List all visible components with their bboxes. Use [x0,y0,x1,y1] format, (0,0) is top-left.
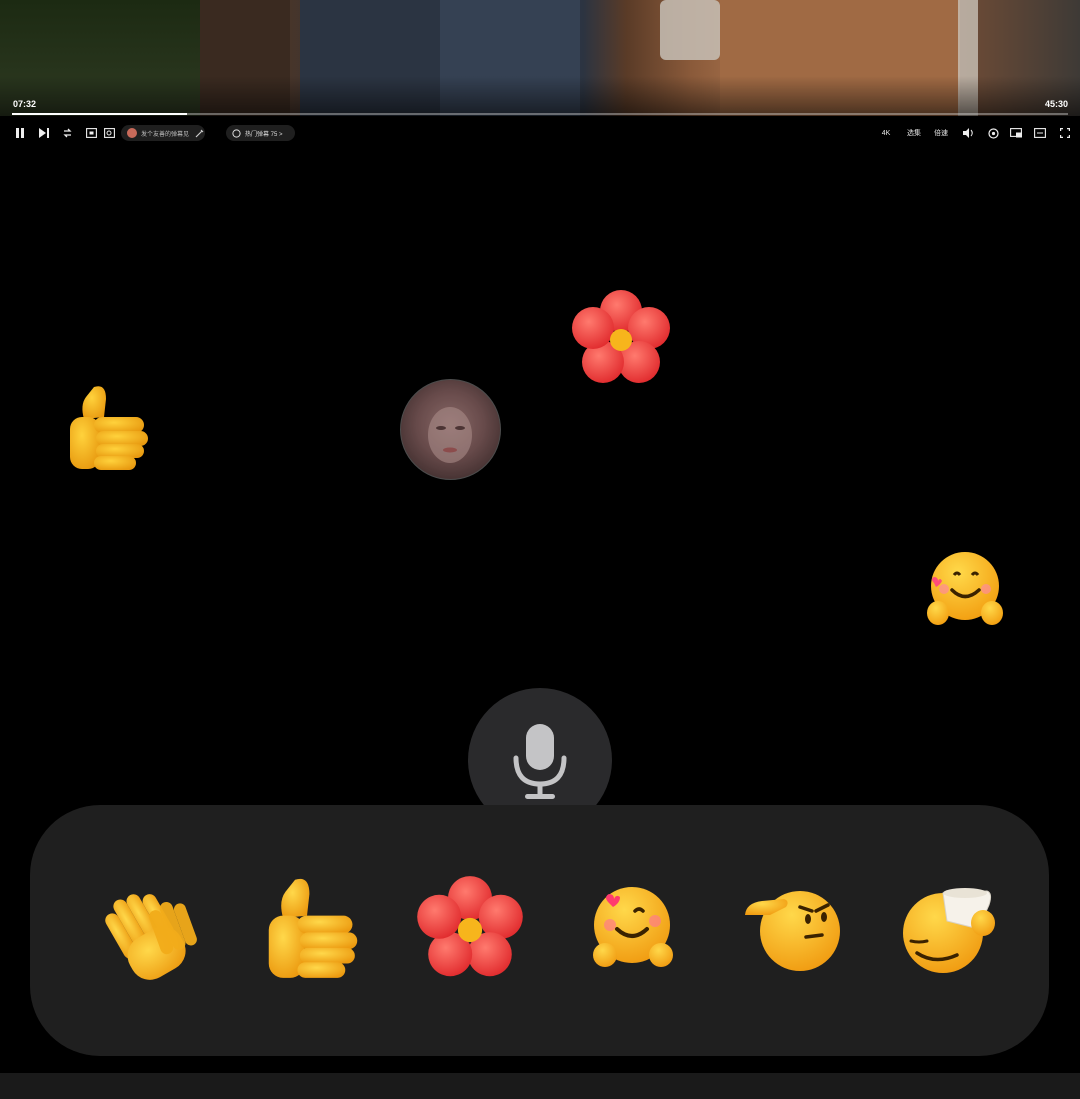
widescreen-icon[interactable] [1033,124,1047,142]
user-avatar [127,128,137,138]
comment-icon [232,128,241,138]
progress-fill [12,113,188,115]
loop-icon[interactable] [60,124,74,142]
settings-icon[interactable] [986,124,1000,142]
search-icon[interactable] [102,124,116,142]
pause-icon[interactable] [13,124,27,142]
next-icon[interactable] [37,124,51,142]
blushing-hug-icon[interactable] [577,875,687,985]
player-controls: 发个友善的弹幕见证当下 热门弹幕 75 > 4K 选集 倍速 [0,118,1080,148]
danmaku-placeholder: 发个友善的弹幕见证当下 [141,131,189,138]
viewer-avatar[interactable] [400,379,501,480]
current-time: 07:32 [13,99,37,109]
video-gradient [0,76,1080,116]
video-frame[interactable]: 07:32 45:30 [0,0,1080,116]
picture-in-picture-icon[interactable] [1009,124,1023,142]
flower-icon[interactable] [415,875,525,985]
bottom-bar [0,1073,1080,1099]
hot-comments-button[interactable]: 热门弹幕 75 > [226,125,295,141]
fullscreen-icon[interactable] [1058,124,1072,142]
floating-flower-icon [571,290,671,395]
thumbs-up-icon[interactable] [258,875,368,985]
reaction-tray [30,805,1049,1056]
saluting-face-icon[interactable] [740,875,850,985]
speed-button[interactable]: 倍速 [931,124,951,142]
microphone-icon [513,724,567,799]
quality-button[interactable]: 4K [878,124,894,142]
floating-smiling-hug-icon [926,551,1004,632]
danmaku-settings-icon[interactable] [193,124,205,142]
progress-bar[interactable] [12,113,1068,115]
drinking-face-icon[interactable] [897,875,1007,985]
screenshot-icon[interactable] [84,124,98,142]
video-scene-strap [660,0,720,60]
hot-comments-label: 热门弹幕 75 > [245,131,283,138]
floating-thumbs-up-icon [66,383,152,480]
episodes-button[interactable]: 选集 [904,124,924,142]
total-time: 45:30 [1044,99,1068,109]
clapping-hands-icon[interactable] [98,875,208,985]
volume-icon[interactable] [962,124,976,142]
